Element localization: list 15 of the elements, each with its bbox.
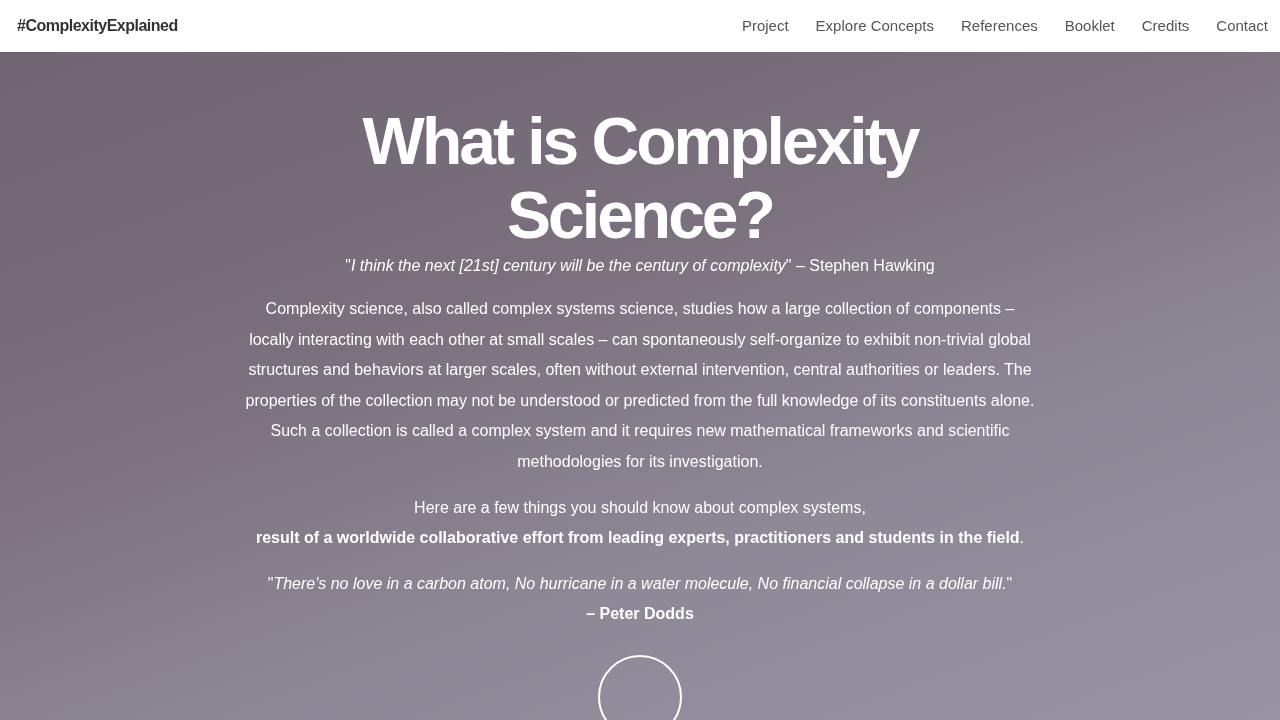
description-paragraph: Complexity science, also called complex systems science, studies how a large collection of components – locally interacting with each other at small scales – can spontaneously self-organize to exhibit non-trivial global structures and behaviors at larger scales, often without external intervention, central authorities or leaders. The properties of the collection may not be understood or predicted from the full knowledge of its constituents alone. Such a collection is called a complex system and it requires new mathematical frameworks and scientific methodologies for its investigation.: [245, 299, 1035, 472]
nav-link[interactable]: Project: [741, 14, 789, 38]
scroll-down-button[interactable]: [598, 655, 682, 720]
hero-title: What is Complexity Science?: [362, 104, 918, 252]
intro-text: Here are a few things you should know about complex systems,: [414, 498, 866, 518]
nav-link[interactable]: Explore Concepts: [815, 14, 934, 38]
hawking-quote: "I think the next [21st] century will be the century of complexity" – Stephen Hawking: [345, 256, 935, 276]
nav-link[interactable]: Contact: [1216, 14, 1268, 38]
dodds-quote: "There's no love in a carbon atom, No hurricane in a water molecule, No financial collapse in a dollar bill.": [267, 574, 1013, 594]
nav-link[interactable]: References: [961, 14, 1038, 38]
quote-author: – Peter Dodds: [586, 604, 694, 624]
nav-link[interactable]: Credits: [1141, 14, 1190, 38]
nav-link[interactable]: Booklet: [1064, 14, 1115, 38]
emphasis-text: result of a worldwide collaborative effort from leading experts, practitioners and students in the field.: [254, 528, 1026, 548]
site-logo[interactable]: #ComplexityExplained: [17, 14, 178, 38]
